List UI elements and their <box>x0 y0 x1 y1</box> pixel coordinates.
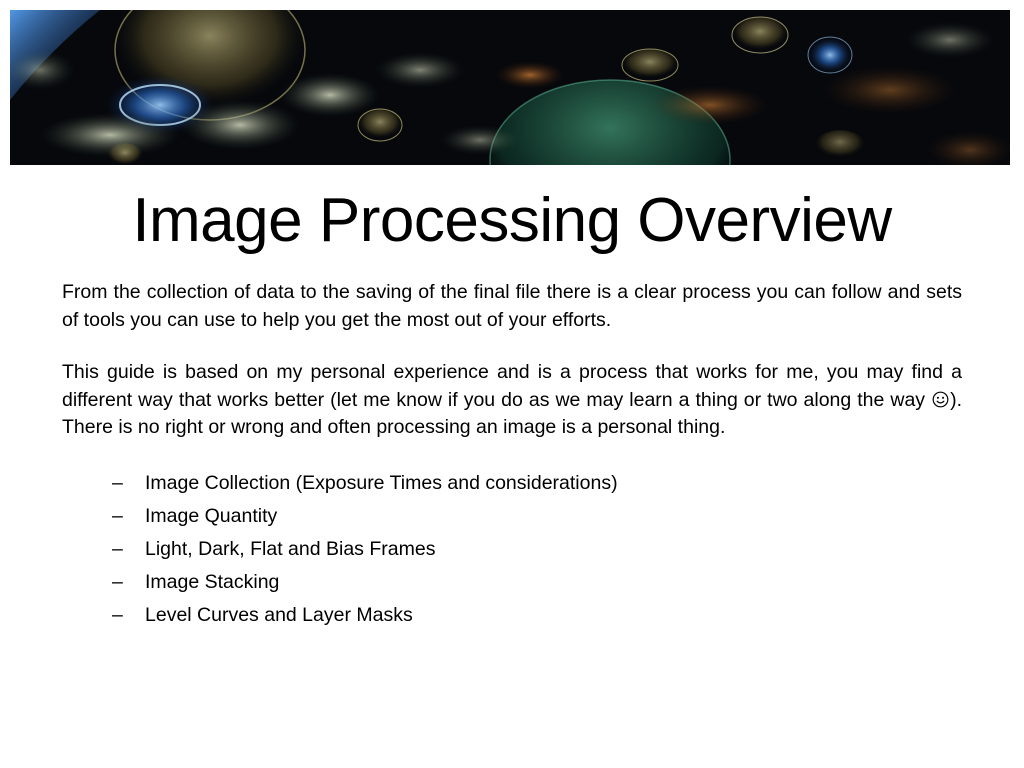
bullet-dash: – <box>112 505 123 527</box>
space-banner-image <box>10 10 1010 165</box>
guide-paragraph-text-start: This guide is based on my personal exper… <box>62 361 962 411</box>
bullet-dash: – <box>112 538 123 560</box>
nebula-icon <box>10 10 1010 165</box>
list-item: – Image Quantity <box>112 500 618 533</box>
bullet-dash: – <box>112 571 123 593</box>
list-item: – Image Stacking <box>112 566 618 599</box>
slide-title: Image Processing Overview <box>132 186 892 255</box>
list-item-label: Image Stacking <box>145 571 280 593</box>
bullet-dash: – <box>112 604 123 626</box>
intro-paragraph: From the collection of data to the savin… <box>62 281 962 331</box>
list-item: – Image Collection (Exposure Times and co… <box>112 467 618 500</box>
list-item-label: Image Collection (Exposure Times and con… <box>145 472 618 494</box>
guide-paragraph: This guide is based on my personal exper… <box>62 359 962 442</box>
list-item-label: Light, Dark, Flat and Bias Frames <box>145 538 436 560</box>
list-item: – Light, Dark, Flat and Bias Frames <box>112 533 618 566</box>
smiley-face-icon <box>932 391 949 407</box>
list-item-label: Image Quantity <box>145 505 278 527</box>
topic-list: – Image Collection (Exposure Times and co… <box>112 467 618 632</box>
list-item-label: Level Curves and Layer Masks <box>145 604 413 626</box>
bullet-dash: – <box>112 472 123 494</box>
list-item: – Level Curves and Layer Masks <box>112 599 618 632</box>
